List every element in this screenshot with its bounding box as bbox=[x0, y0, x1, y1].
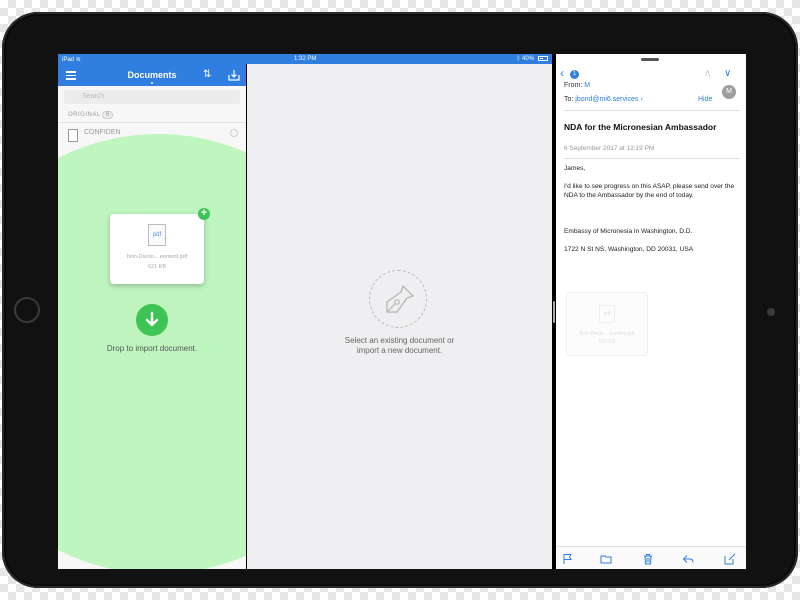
empty-state-line2: import a new document. bbox=[356, 346, 443, 355]
previous-message-icon[interactable]: ∧ bbox=[704, 68, 711, 79]
battery-icon bbox=[538, 56, 548, 61]
screen: iPad ≋ 1:32 PM ᛒ 40% Documents ⇅ Search … bbox=[58, 54, 746, 569]
section-divider bbox=[58, 122, 246, 123]
empty-state-line1: Select an existing document or bbox=[344, 336, 455, 345]
sort-icon[interactable]: ⇅ bbox=[203, 69, 211, 80]
to-label: To: bbox=[564, 96, 574, 103]
to-row: To: jbond@mi6.services › bbox=[564, 96, 643, 103]
mail-signature-line1: Embassy of Micronesia in Washington, D.D… bbox=[564, 228, 693, 235]
document-name: CONFIDEN bbox=[84, 129, 121, 136]
trash-icon[interactable] bbox=[642, 553, 654, 565]
to-address[interactable]: jbond@mi6.services bbox=[575, 96, 638, 103]
pen-nib-icon bbox=[386, 285, 414, 313]
documents-panel: Documents ⇅ Search ORIGINAL 6 CONFIDEN p… bbox=[58, 64, 246, 569]
mail-attachment[interactable]: pdf Non-Disclo... eement.pdf 621 KB bbox=[566, 292, 648, 356]
wifi-icon: ≋ bbox=[75, 57, 81, 63]
mail-body: James, I'd like to see progress on this … bbox=[564, 164, 740, 254]
flag-icon[interactable] bbox=[562, 553, 574, 565]
search-input[interactable]: Search bbox=[64, 90, 240, 104]
home-button[interactable] bbox=[14, 297, 40, 323]
document-icon bbox=[68, 129, 78, 142]
empty-state-circle bbox=[369, 270, 427, 328]
from-label: From: bbox=[564, 82, 583, 89]
drop-instruction: Drop to import document. bbox=[106, 344, 198, 353]
info-icon[interactable] bbox=[230, 129, 238, 137]
drop-import-button[interactable] bbox=[136, 304, 168, 336]
folder-icon[interactable] bbox=[600, 553, 612, 565]
attachment-size: 621 KB bbox=[598, 339, 616, 345]
ipad-frame: iPad ≋ 1:32 PM ᛒ 40% Documents ⇅ Search … bbox=[2, 12, 798, 588]
chevron-right-icon: › bbox=[640, 96, 643, 103]
from-name[interactable]: M bbox=[584, 82, 590, 89]
pdf-icon: pdf bbox=[148, 224, 166, 246]
slide-over-handle[interactable] bbox=[641, 58, 659, 61]
sender-avatar: M bbox=[722, 85, 736, 99]
empty-state-text: Select an existing document or import a … bbox=[247, 336, 552, 356]
import-icon[interactable] bbox=[228, 69, 240, 81]
mail-panel: ‹ 1 ∧ ∨ From: M M To: jbond@mi6.services… bbox=[556, 54, 746, 569]
attachment-pdf-icon: pdf bbox=[599, 305, 615, 323]
unread-badge: 1 bbox=[570, 70, 579, 79]
mail-subject: NDA for the Micronesian Ambassador bbox=[564, 122, 717, 132]
status-time: 1:32 PM bbox=[294, 56, 317, 62]
attachment-name: Non-Disclo... eement.pdf bbox=[579, 331, 635, 337]
dragged-file-name: Non-Disclo... eement.pdf bbox=[126, 254, 188, 260]
editor-panel: Select an existing document or import a … bbox=[247, 64, 552, 569]
mail-date: 6 September 2017 at 12:19 PM bbox=[564, 145, 655, 152]
camera-icon bbox=[767, 308, 775, 316]
documents-navbar: Documents ⇅ bbox=[58, 64, 246, 86]
section-label-original: ORIGINAL bbox=[68, 112, 101, 118]
from-row: From: M bbox=[564, 82, 590, 89]
header-divider bbox=[564, 110, 740, 111]
status-battery-text: ᛒ 40% bbox=[516, 56, 534, 62]
dragged-file-card[interactable]: pdf Non-Disclo... eement.pdf 621 KB bbox=[110, 214, 204, 284]
status-bar: iPad ≋ 1:32 PM ᛒ 40% bbox=[58, 54, 552, 64]
plus-icon: + bbox=[198, 208, 210, 220]
documents-title: Documents bbox=[127, 70, 177, 80]
reply-icon[interactable] bbox=[682, 553, 694, 565]
split-view-grip[interactable] bbox=[553, 301, 555, 323]
back-chevron-icon[interactable]: ‹ bbox=[560, 67, 564, 79]
arrow-down-icon bbox=[145, 311, 159, 327]
mail-paragraph: I'd like to see progress on this ASAP, p… bbox=[564, 183, 735, 199]
next-message-icon[interactable]: ∨ bbox=[724, 68, 731, 79]
bluetooth-icon: ᛒ bbox=[516, 56, 521, 62]
section-count-badge: 6 bbox=[102, 111, 114, 119]
compose-icon[interactable] bbox=[724, 553, 736, 565]
mail-greeting: James, bbox=[564, 165, 586, 172]
mail-toolbar bbox=[556, 546, 746, 569]
title-dropdown-dot bbox=[151, 82, 153, 84]
subject-divider bbox=[564, 158, 740, 159]
mail-signature-line2: 1722 N St NS, Washington, DD 20031, USA bbox=[564, 246, 694, 253]
dragged-file-size: 621 KB bbox=[147, 264, 167, 270]
status-device: iPad ≋ bbox=[62, 57, 81, 63]
hide-details-link[interactable]: Hide bbox=[698, 96, 712, 103]
